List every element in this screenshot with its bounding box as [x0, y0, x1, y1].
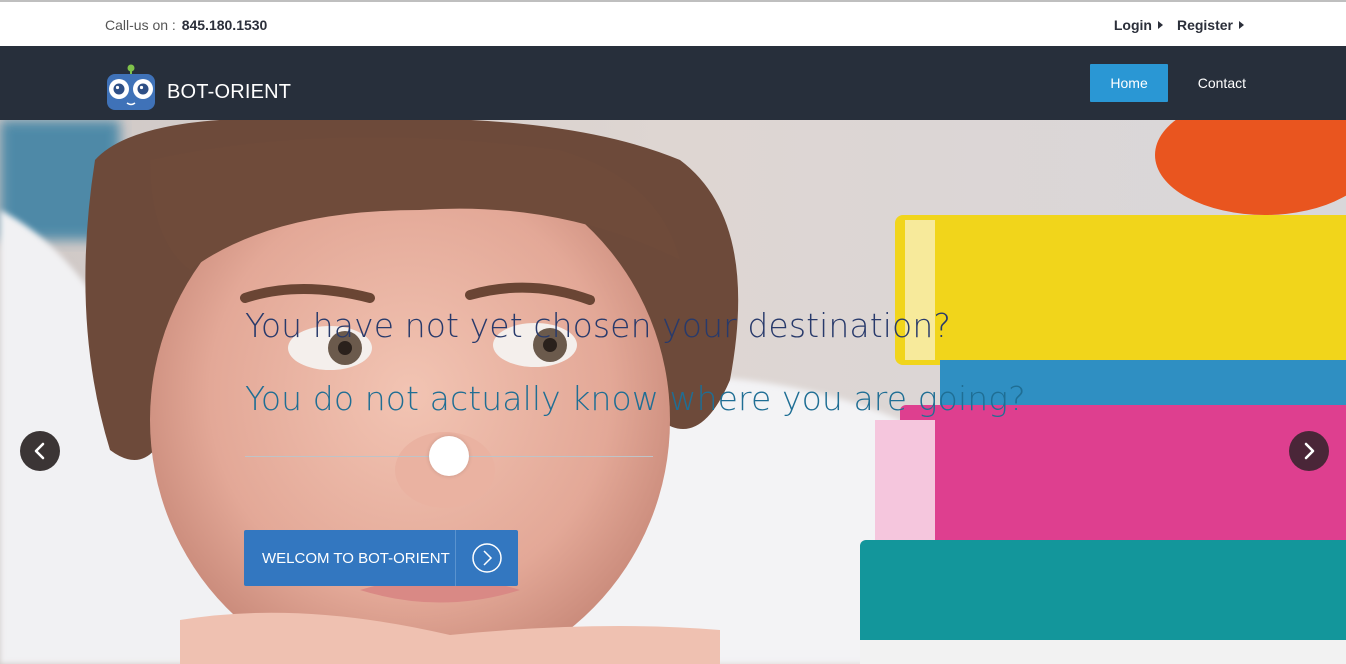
call-us: Call-us on : 845.180.1530 [105, 17, 267, 33]
top-bar: Call-us on : 845.180.1530 Login Register [0, 0, 1346, 46]
hero-headline-2: You do not actually know where you are g… [245, 379, 1026, 418]
phone-number[interactable]: 845.180.1530 [182, 17, 268, 33]
brand-logo-link[interactable]: BOT-ORIENT [105, 64, 291, 112]
nav-item-contact[interactable]: Contact [1198, 75, 1246, 91]
register-label: Register [1176, 17, 1233, 33]
hero-headline-1: You have not yet chosen your destination… [245, 306, 951, 345]
login-link[interactable]: Login [1114, 17, 1163, 33]
brand-name: BOT-ORIENT [167, 80, 292, 103]
main-navbar: BOT-ORIENT Home Contact [0, 46, 1346, 120]
slider-indicator-dot[interactable] [429, 436, 469, 476]
nav-item-home[interactable]: Home [1090, 64, 1168, 102]
caret-right-icon [1157, 21, 1163, 29]
call-us-label: Call-us on : [105, 17, 176, 33]
robot-logo-icon [107, 64, 155, 110]
account-links: Login Register [1114, 17, 1244, 33]
circle-chevron-right-icon [456, 530, 518, 586]
cta-label: WELCOM TO BOT-ORIENT [262, 549, 450, 567]
hero-slider: You have not yet chosen your destination… [0, 120, 1346, 664]
chevron-left-icon [34, 442, 45, 460]
register-link[interactable]: Register [1177, 17, 1244, 33]
welcome-cta-button[interactable]: WELCOM TO BOT-ORIENT [244, 530, 518, 586]
chevron-right-icon [1304, 442, 1315, 460]
slider-prev-button[interactable] [20, 431, 60, 471]
nav-menu: Home Contact [1090, 64, 1246, 102]
login-label: Login [1113, 17, 1152, 33]
caret-right-icon [1239, 21, 1244, 29]
slider-next-button[interactable] [1289, 431, 1329, 471]
